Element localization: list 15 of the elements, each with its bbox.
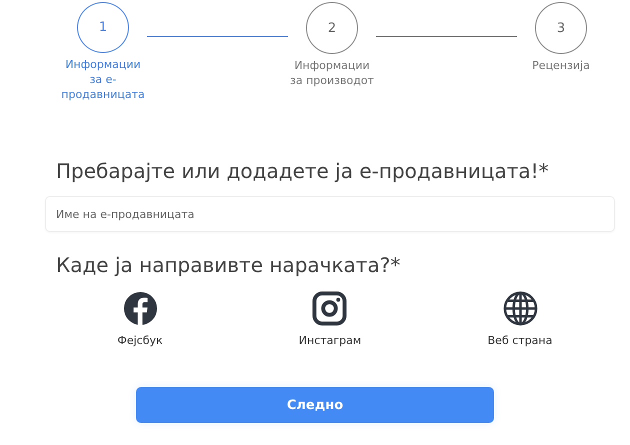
source-option[interactable]: Инстаграм [298,291,362,347]
globe-icon [502,291,538,326]
instagram-icon [312,291,348,326]
section-heading: Каде ја направивте нарачката?* [56,252,402,279]
step-circle: 3 [535,2,587,54]
step-circle: 2 [306,2,358,54]
facebook-icon [122,291,158,326]
step-label: Информации за е-продавницата [60,57,146,102]
source-option[interactable]: Фејсбук [117,291,163,347]
step-label: Рецензија [531,58,591,73]
search-field[interactable]: Име на е-продавницата [45,196,615,232]
section-heading: Пребарајте или додадете ја е-продавницата!* [56,158,550,185]
source-option[interactable]: Веб страна [488,291,552,347]
step-label: Информации за производот [289,58,375,88]
step-circle: 1 [77,2,129,53]
